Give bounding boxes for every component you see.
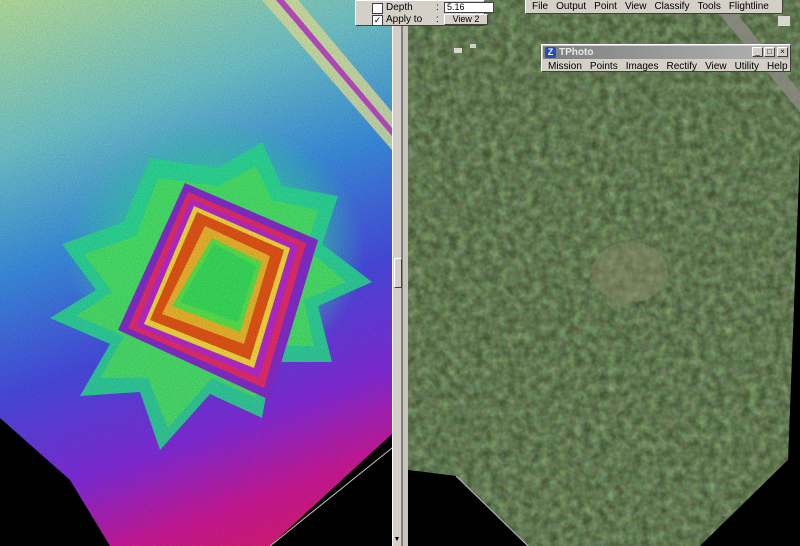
menu-flightline[interactable]: Flightline	[729, 1, 769, 12]
apply-label: Apply to	[386, 14, 423, 25]
apply-checkbox[interactable]: ✓	[372, 15, 383, 26]
tphoto-titlebar[interactable]: Z TPhoto _ □ ×	[543, 46, 789, 59]
menu-file[interactable]: File	[532, 1, 548, 12]
depth-checkbox[interactable]	[372, 3, 383, 14]
tphoto-app-icon[interactable]: Z	[545, 47, 556, 58]
menu-utility[interactable]: Utility	[735, 61, 759, 72]
menu-point[interactable]: Point	[594, 1, 617, 12]
menu-rectify[interactable]: Rectify	[667, 61, 698, 72]
forest-clearing	[592, 242, 668, 302]
depth-field[interactable]: 5.16	[444, 2, 494, 13]
close-icon[interactable]: ×	[777, 47, 788, 57]
view-splitter[interactable]: ▼	[392, 0, 402, 546]
display-settings-dialog: Depth : 5.16 ✓ Apply to : View 2	[355, 0, 494, 26]
menu-view[interactable]: View	[705, 61, 727, 72]
menu-mission[interactable]: Mission	[548, 61, 582, 72]
scroll-down-arrow-icon[interactable]: ▼	[393, 536, 401, 546]
apply-row: ✓ Apply to : View 2	[372, 14, 492, 26]
depth-label: Depth	[386, 2, 413, 13]
depth-separator: :	[436, 2, 439, 13]
maximize-icon[interactable]: □	[764, 47, 775, 57]
tphoto-window: Z TPhoto _ □ × Mission Points Images Rec…	[541, 44, 791, 72]
menu-classify[interactable]: Classify	[654, 1, 689, 12]
aerial-photo	[408, 0, 800, 546]
minimize-icon[interactable]: _	[752, 47, 763, 57]
menu-images[interactable]: Images	[626, 61, 659, 72]
splitter-thumb[interactable]	[394, 258, 402, 288]
apply-separator: :	[436, 14, 439, 25]
tphoto-menubar: Mission Points Images Rectify View Utili…	[548, 60, 788, 72]
apply-to-button[interactable]: View 2	[444, 14, 488, 25]
elevation-view[interactable]	[0, 0, 392, 546]
menu-tools[interactable]: Tools	[697, 1, 720, 12]
menu-view[interactable]: View	[625, 1, 647, 12]
main-menubar: File Output Point View Classify Tools Fl…	[525, 0, 783, 14]
menu-help[interactable]: Help	[767, 61, 788, 72]
aerial-photo-view[interactable]	[408, 0, 800, 546]
window-title: TPhoto	[559, 47, 594, 58]
depth-row: Depth : 5.16	[372, 2, 494, 14]
elevation-render	[0, 0, 392, 546]
menu-output[interactable]: Output	[556, 1, 586, 12]
menu-points[interactable]: Points	[590, 61, 618, 72]
